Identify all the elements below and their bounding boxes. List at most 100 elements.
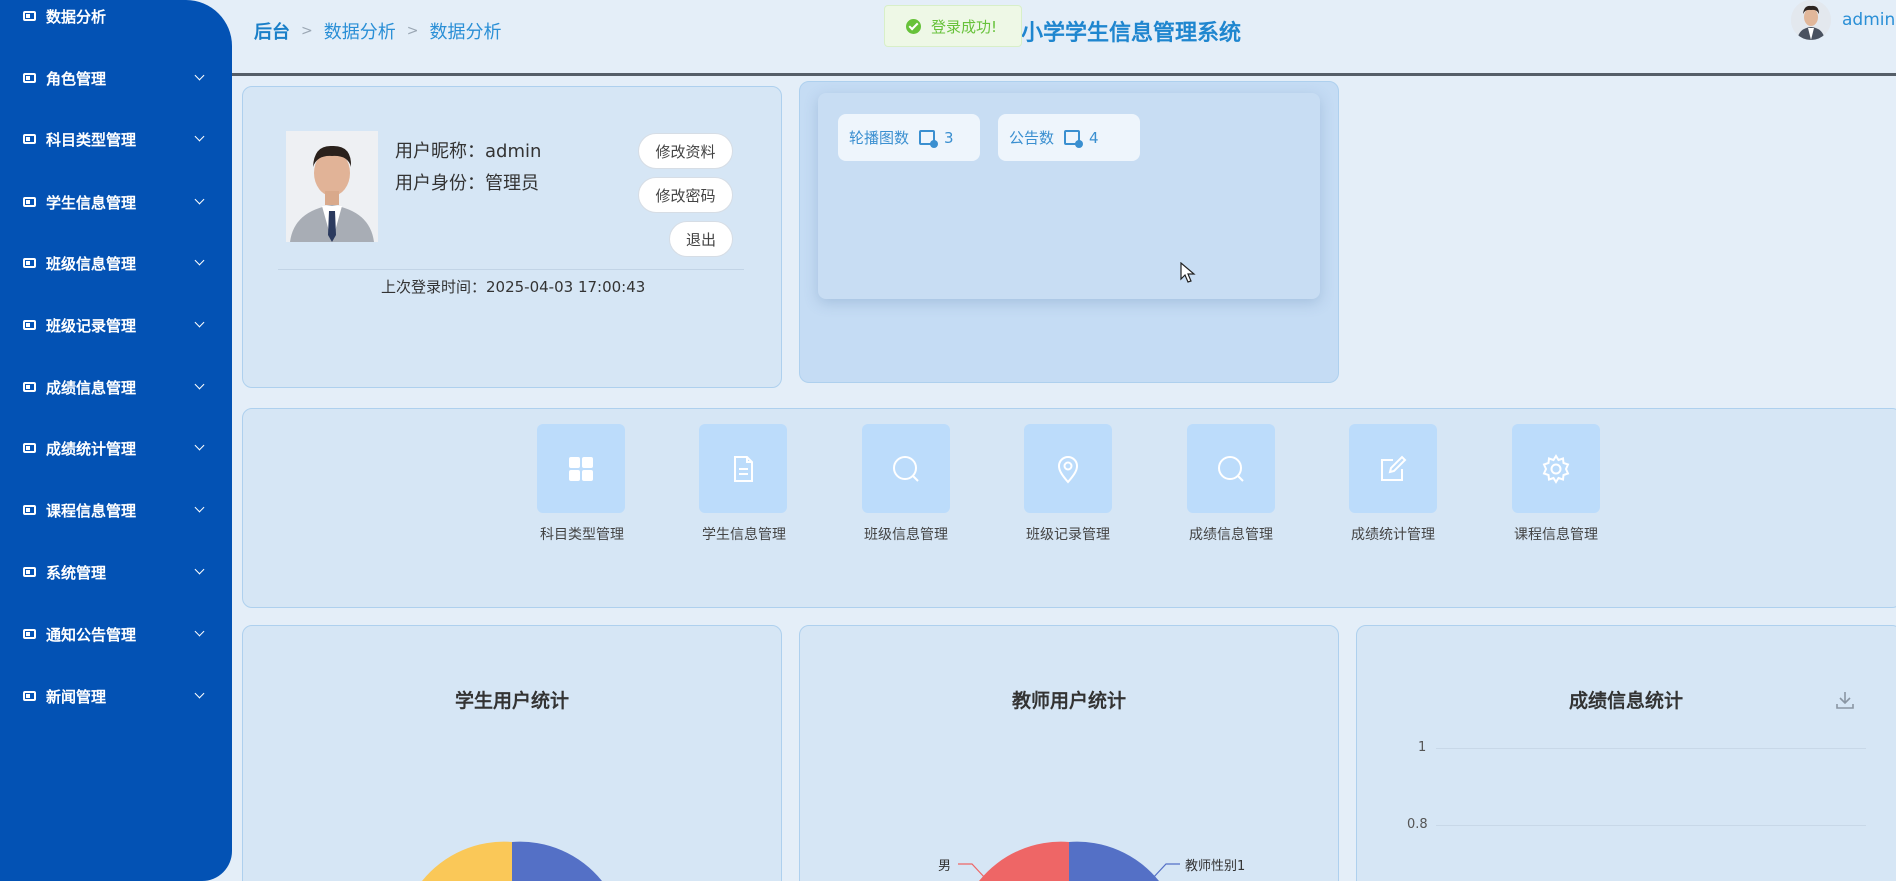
change-password-button[interactable]: 修改密码 <box>638 177 733 213</box>
user-role: 用户身份：管理员 <box>395 173 539 194</box>
quick-link-label[interactable]: 班级记录管理 <box>998 524 1138 544</box>
sidebar-item-label: 系统管理 <box>46 563 107 582</box>
breadcrumb: 后台 > 数据分析 > 数据分析 <box>254 18 501 44</box>
sidebar-item-subject-types[interactable]: 科目类型管理 <box>0 108 232 170</box>
pie-slice-red <box>979 841 1069 881</box>
edit-icon <box>1381 455 1407 481</box>
chevron-down-icon <box>194 440 205 451</box>
quick-link-label[interactable]: 班级信息管理 <box>836 524 976 544</box>
grid-icon <box>569 456 593 481</box>
quick-link-label[interactable]: 学生信息管理 <box>674 524 814 544</box>
user-nickname: 用户昵称：admin <box>395 141 542 162</box>
chevron-down-icon <box>194 564 205 575</box>
menu-icon <box>23 320 36 330</box>
quick-link-scores[interactable] <box>1187 424 1275 513</box>
y-tick-label: 1 <box>1418 740 1427 755</box>
sidebar-item-score-stats[interactable]: 成绩统计管理 <box>0 417 232 479</box>
breadcrumb-current: 数据分析 <box>429 22 502 43</box>
teacher-chart-title: 教师用户统计 <box>1011 690 1126 712</box>
username[interactable]: admin <box>1842 10 1895 30</box>
chevron-down-icon <box>194 70 205 81</box>
sidebar-item-label: 成绩统计管理 <box>46 439 137 458</box>
sidebar-item-label: 数据分析 <box>46 7 107 26</box>
score-chart-panel <box>1356 625 1896 881</box>
sidebar-item-class-records[interactable]: 班级记录管理 <box>0 294 232 356</box>
sidebar-item-label: 角色管理 <box>46 69 107 88</box>
image-stat-icon <box>919 130 939 148</box>
sidebar-item-notices[interactable]: 通知公告管理 <box>0 603 232 665</box>
sidebar-item-news[interactable]: 新闻管理 <box>0 665 232 727</box>
menu-icon <box>23 567 36 577</box>
student-chart-title: 学生用户统计 <box>454 690 569 712</box>
menu-icon <box>23 382 36 392</box>
teacher-legend-male: 男 <box>938 859 952 874</box>
menu-icon <box>23 629 36 639</box>
quick-link-label[interactable]: 课程信息管理 <box>1486 524 1626 544</box>
mouse-cursor-icon <box>1180 262 1196 283</box>
quick-link-students[interactable] <box>699 424 787 513</box>
carousel-count-chip[interactable]: 轮播图数 3 <box>838 114 980 161</box>
notice-count-chip[interactable]: 公告数 4 <box>998 114 1140 161</box>
chevron-down-icon <box>194 255 205 266</box>
quick-link-label[interactable]: 成绩统计管理 <box>1323 524 1463 544</box>
edit-profile-button[interactable]: 修改资料 <box>638 133 733 169</box>
sidebar-item-system[interactable]: 系统管理 <box>0 541 232 603</box>
menu-icon <box>23 691 36 701</box>
stat-label: 公告数 <box>1009 129 1055 147</box>
score-chart-title: 成绩信息统计 <box>1568 690 1683 712</box>
chevron-down-icon <box>194 688 205 699</box>
pie-slice-blue <box>1069 841 1159 881</box>
quick-link-label[interactable]: 科目类型管理 <box>512 524 652 544</box>
sidebar-item-label: 课程信息管理 <box>46 501 137 520</box>
sidebar-item-label: 科目类型管理 <box>46 130 137 149</box>
image-stat-icon <box>1064 130 1084 148</box>
avatar[interactable] <box>1791 0 1831 40</box>
divider <box>278 269 744 270</box>
pie-slice-blue <box>512 841 602 881</box>
breadcrumb-home[interactable]: 后台 <box>254 18 290 44</box>
sidebar-item-students[interactable]: 学生信息管理 <box>0 171 232 233</box>
menu-icon <box>23 443 36 453</box>
sidebar-item-scores[interactable]: 成绩信息管理 <box>0 356 232 418</box>
quick-link-score-stats[interactable] <box>1349 424 1437 513</box>
stat-value: 4 <box>1089 128 1099 147</box>
menu-icon <box>23 258 36 268</box>
legend-line-left <box>958 863 987 880</box>
quick-link-courses[interactable] <box>1512 424 1600 513</box>
chevron-down-icon <box>194 131 205 142</box>
chevron-down-icon <box>194 194 205 205</box>
quick-link-class-records[interactable] <box>1024 424 1112 513</box>
check-circle-icon <box>906 18 921 34</box>
breadcrumb-item[interactable]: 数据分析 <box>324 18 396 44</box>
menu-icon <box>23 505 36 515</box>
sidebar-item-label: 成绩信息管理 <box>46 378 137 397</box>
sidebar-item-roles[interactable]: 角色管理 <box>0 47 232 109</box>
quick-link-label[interactable]: 成绩信息管理 <box>1161 524 1301 544</box>
quick-link-subject-types[interactable] <box>537 424 625 513</box>
legend-line-right <box>1151 863 1180 880</box>
quick-link-classes[interactable] <box>862 424 950 513</box>
logout-button[interactable]: 退出 <box>669 221 733 257</box>
student-pie-chart <box>422 841 602 881</box>
menu-icon <box>23 197 36 207</box>
y-tick-label: 0.8 <box>1407 817 1428 832</box>
grid-line <box>1436 825 1866 826</box>
pie-slice-yellow <box>422 841 512 881</box>
sidebar-item-label: 新闻管理 <box>46 687 107 706</box>
toast-message: 登录成功! <box>931 17 998 36</box>
sidebar: 数据分析 角色管理 科目类型管理 学生信息管理 班级信息管理 班级记录管理 成绩… <box>0 0 232 881</box>
last-login-time: 上次登录时间：2025-04-03 17:00:43 <box>381 278 646 296</box>
user-photo <box>286 131 378 242</box>
chevron-down-icon <box>194 379 205 390</box>
chevron-down-icon <box>194 626 205 637</box>
search-icon <box>893 455 919 482</box>
success-toast: 登录成功! <box>884 5 1022 47</box>
sidebar-item-courses[interactable]: 课程信息管理 <box>0 479 232 541</box>
download-icon[interactable] <box>1835 690 1855 710</box>
stat-label: 轮播图数 <box>849 129 910 147</box>
sidebar-item-classes[interactable]: 班级信息管理 <box>0 232 232 294</box>
teacher-legend-type1: 教师性别1 <box>1185 859 1246 874</box>
sidebar-item-label: 班级信息管理 <box>46 254 137 273</box>
breadcrumb-separator-icon: > <box>301 23 313 39</box>
sidebar-item-data-analysis[interactable]: 数据分析 <box>0 0 232 47</box>
